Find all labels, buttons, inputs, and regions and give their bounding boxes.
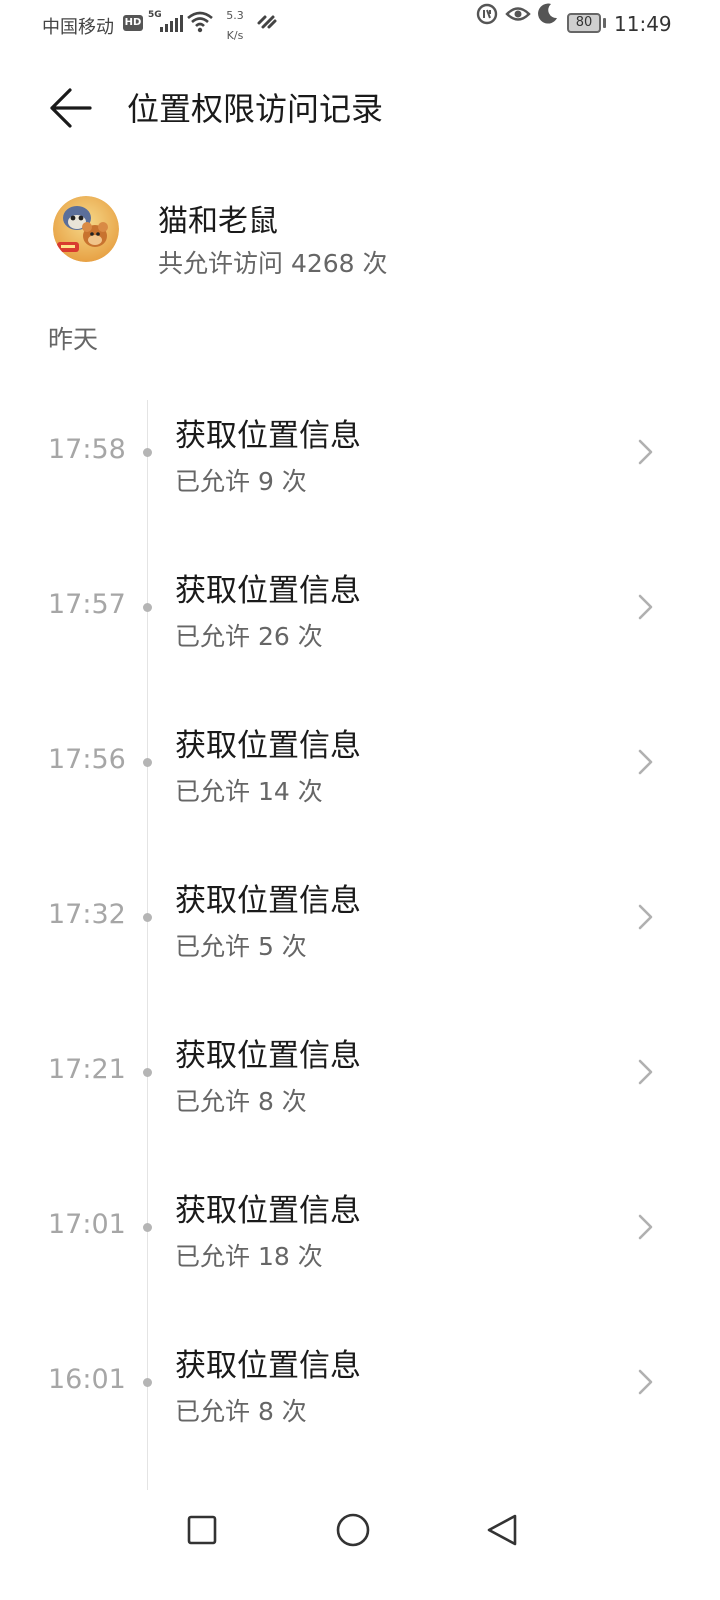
record-count: 已允许 14 次 xyxy=(175,777,323,806)
battery-tip xyxy=(603,18,606,28)
access-record-row[interactable]: 17:01 获取位置信息 已允许 18 次 xyxy=(0,1163,720,1293)
chevron-right-icon xyxy=(638,749,653,775)
app-info: 猫和老鼠 共允许访问 4268 次 xyxy=(0,190,720,290)
status-time: 11:49 xyxy=(614,12,672,36)
carrier-label: 中国移动 xyxy=(42,17,114,38)
record-time: 17:32 xyxy=(48,899,126,930)
record-time: 17:57 xyxy=(48,589,126,620)
access-record-row[interactable]: 17:56 获取位置信息 已允许 14 次 xyxy=(0,698,720,828)
app-name: 猫和老鼠 xyxy=(158,204,278,239)
arrow-left-icon xyxy=(50,88,92,128)
battery-icon: 80 xyxy=(567,13,601,33)
timeline-dot xyxy=(143,603,152,612)
timeline-dot xyxy=(143,913,152,922)
system-nav-bar xyxy=(0,1490,720,1600)
recent-apps-button[interactable] xyxy=(182,1510,222,1550)
triangle-left-icon xyxy=(487,1514,517,1546)
square-icon xyxy=(187,1515,217,1545)
speed-unit: K/s xyxy=(226,29,244,42)
timeline-dot xyxy=(143,758,152,767)
chevron-right-icon xyxy=(638,904,653,930)
day-section-label: 昨天 xyxy=(48,325,99,354)
record-count: 已允许 18 次 xyxy=(175,1242,323,1271)
record-count: 已允许 5 次 xyxy=(175,932,307,961)
access-record-row[interactable]: 17:21 获取位置信息 已允许 8 次 xyxy=(0,1008,720,1138)
eye-comfort-icon xyxy=(505,0,531,26)
record-title: 获取位置信息 xyxy=(175,418,361,454)
record-title: 获取位置信息 xyxy=(175,573,361,609)
access-record-row[interactable]: 17:58 获取位置信息 已允许 9 次 xyxy=(0,388,720,518)
record-title: 获取位置信息 xyxy=(175,1038,361,1074)
record-count: 已允许 8 次 xyxy=(175,1397,307,1426)
app-icon xyxy=(53,196,119,262)
access-record-row[interactable]: 17:32 获取位置信息 已允许 5 次 xyxy=(0,853,720,983)
circle-icon xyxy=(336,1513,370,1547)
record-title: 获取位置信息 xyxy=(175,883,361,919)
hd-badge: HD xyxy=(123,15,143,31)
back-button[interactable] xyxy=(44,78,98,132)
nfc-icon xyxy=(475,0,499,26)
access-record-row[interactable]: 16:01 获取位置信息 已允许 8 次 xyxy=(0,1318,720,1448)
wifi-icon xyxy=(186,10,214,34)
record-title: 获取位置信息 xyxy=(175,1348,361,1384)
chevron-right-icon xyxy=(638,1214,653,1240)
nav-back-button[interactable] xyxy=(482,1510,522,1550)
timeline-dot xyxy=(143,448,152,457)
status-bar: 中国移动 HD 5G 5.3 K/s 80 11:49 xyxy=(0,0,720,50)
speed-value: 5.3 xyxy=(226,9,244,22)
record-time: 16:01 xyxy=(48,1364,126,1395)
signal-icon xyxy=(158,14,184,32)
network-speed: 5.3 K/s xyxy=(224,6,246,46)
record-time: 17:56 xyxy=(48,744,126,775)
app-access-count: 共允许访问 4268 次 xyxy=(158,249,388,278)
record-count: 已允许 9 次 xyxy=(175,467,307,496)
chevron-right-icon xyxy=(638,1369,653,1395)
chevron-right-icon xyxy=(638,439,653,465)
record-count: 已允许 26 次 xyxy=(175,622,323,651)
record-title: 获取位置信息 xyxy=(175,1193,361,1229)
page-title: 位置权限访问记录 xyxy=(127,90,384,128)
link-icon xyxy=(256,12,278,32)
chevron-right-icon xyxy=(638,1059,653,1085)
record-time: 17:58 xyxy=(48,434,126,465)
timeline-dot xyxy=(143,1378,152,1387)
access-record-row[interactable]: 17:57 获取位置信息 已允许 26 次 xyxy=(0,543,720,673)
record-time: 17:01 xyxy=(48,1209,126,1240)
timeline-dot xyxy=(143,1068,152,1077)
timeline-dot xyxy=(143,1223,152,1232)
home-button[interactable] xyxy=(333,1510,373,1550)
record-time: 17:21 xyxy=(48,1054,126,1085)
record-title: 获取位置信息 xyxy=(175,728,361,764)
header: 位置权限访问记录 xyxy=(0,70,720,140)
chevron-right-icon xyxy=(638,594,653,620)
do-not-disturb-icon xyxy=(536,0,560,26)
record-count: 已允许 8 次 xyxy=(175,1087,307,1116)
